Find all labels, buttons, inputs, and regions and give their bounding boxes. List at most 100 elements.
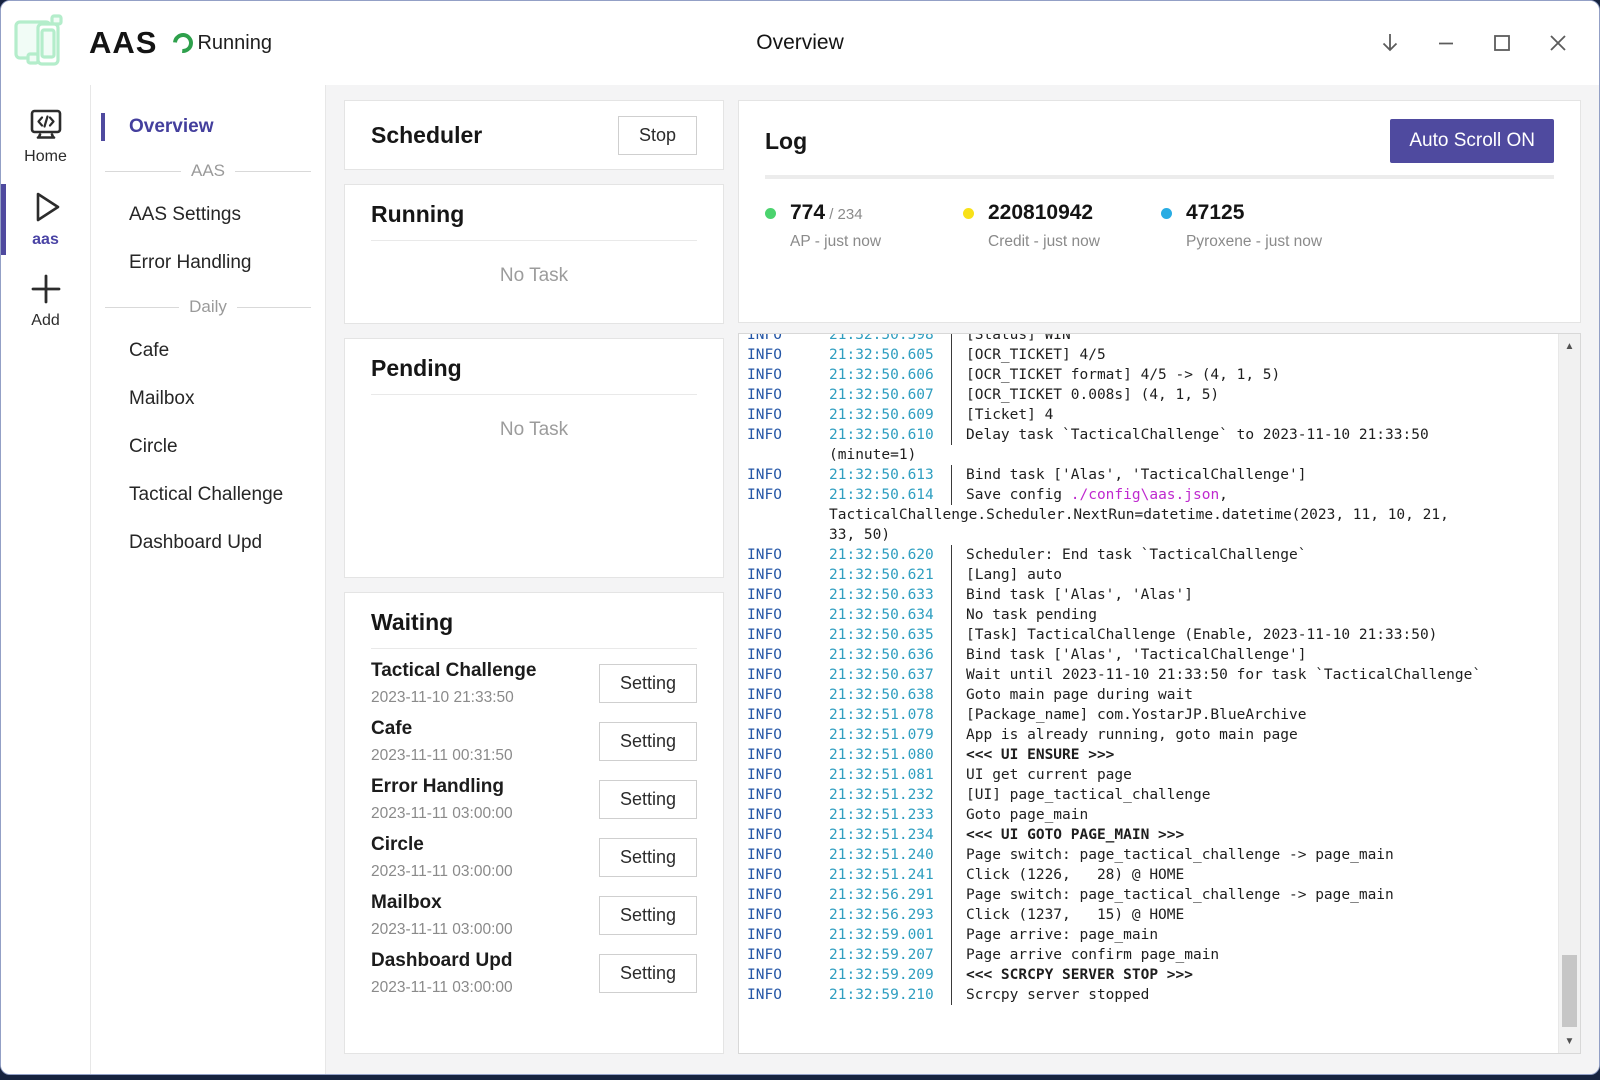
log-level: INFO	[747, 805, 829, 825]
log-message: Click (1226, 28) @ HOME	[966, 865, 1558, 885]
stat-dot-icon	[963, 208, 974, 219]
log-level: INFO	[747, 985, 829, 1005]
scrollbar-thumb[interactable]	[1562, 955, 1577, 1027]
log-separator	[951, 425, 952, 445]
log-line: INFO21:32:59.210Scrcpy server stopped	[747, 985, 1558, 1005]
setting-button-mailbox[interactable]: Setting	[599, 896, 697, 935]
sidebar-item-overview[interactable]: Overview	[91, 103, 325, 151]
log-message: Bind task ['Alas', 'Alas']	[966, 585, 1558, 605]
log-scrollbar[interactable]: ▲ ▼	[1558, 334, 1580, 1053]
log-message: Page arrive confirm page_main	[966, 945, 1558, 965]
setting-button-tactical-challenge[interactable]: Setting	[599, 664, 697, 703]
log-timestamp: 21:32:50.633	[829, 585, 941, 605]
log-line: INFO21:32:59.209<<< SCRCPY SERVER STOP >…	[747, 965, 1558, 985]
rail-item-home[interactable]: Home	[1, 99, 90, 176]
log-message: <<< UI GOTO PAGE_MAIN >>>	[966, 825, 1558, 845]
log-line: INFO21:32:50.609[Ticket] 4	[747, 405, 1558, 425]
setting-button-circle[interactable]: Setting	[599, 838, 697, 877]
task-name: Cafe	[371, 718, 513, 740]
log-timestamp: 21:32:50.636	[829, 645, 941, 665]
waiting-task-row: Cafe2023-11-11 00:31:50Setting	[371, 718, 697, 765]
sidebar-item-tactical-challenge[interactable]: Tactical Challenge	[91, 471, 325, 519]
sidebar-item-mailbox[interactable]: Mailbox	[91, 375, 325, 423]
log-message: UI get current page	[966, 765, 1558, 785]
log-line: INFO21:32:59.207Page arrive confirm page…	[747, 945, 1558, 965]
stat-ap: 774 / 234AP - just now	[765, 201, 963, 251]
main-content: Scheduler Stop Running No Task Pending N…	[326, 85, 1599, 1074]
log-line: INFO21:32:50.614Save config ./config\aas…	[747, 485, 1558, 505]
waiting-task-row: Error Handling2023-11-11 03:00:00Setting	[371, 776, 697, 823]
log-level: INFO	[747, 425, 829, 445]
active-indicator	[1, 184, 6, 255]
log-line: INFO21:32:51.079App is already running, …	[747, 725, 1558, 745]
log-line: INFO21:32:50.621[Lang] auto	[747, 565, 1558, 585]
plus-icon	[26, 271, 66, 307]
log-timestamp: 21:32:59.209	[829, 965, 941, 985]
pending-card: Pending No Task	[344, 338, 724, 578]
setting-button-dashboard-upd[interactable]: Setting	[599, 954, 697, 993]
sidebar-item-circle[interactable]: Circle	[91, 423, 325, 471]
log-output: INFO21:32:50.598[Status] WININFO21:32:50…	[738, 333, 1581, 1054]
status-label: Running	[197, 32, 272, 55]
stat-label: Credit - just now	[988, 233, 1100, 251]
log-level: INFO	[747, 345, 829, 365]
log-separator	[951, 645, 952, 665]
log-level: INFO	[747, 845, 829, 865]
log-timestamp: 21:32:50.598	[829, 333, 941, 345]
log-timestamp: 21:32:59.207	[829, 945, 941, 965]
setting-button-cafe[interactable]: Setting	[599, 722, 697, 761]
log-message: <<< UI ENSURE >>>	[966, 745, 1558, 765]
scheduler-status: Running	[173, 32, 272, 55]
running-spinner-icon	[169, 29, 197, 57]
log-level: INFO	[747, 745, 829, 765]
log-level: INFO	[747, 705, 829, 725]
log-separator	[951, 665, 952, 685]
log-line: INFO21:32:59.001Page arrive: page_main	[747, 925, 1558, 945]
sidebar-item-aas-settings[interactable]: AAS Settings	[91, 191, 325, 239]
log-message: Bind task ['Alas', 'TacticalChallenge']	[966, 465, 1558, 485]
log-separator	[951, 785, 952, 805]
log-line-continuation: 33, 50)	[747, 525, 1558, 545]
log-separator	[951, 765, 952, 785]
window-controls	[1369, 22, 1599, 64]
activity-rail: Home aas Add	[1, 85, 91, 1074]
rail-item-aas[interactable]: aas	[1, 180, 90, 259]
scroll-up-icon[interactable]: ▲	[1559, 336, 1580, 356]
sidebar-item-cafe[interactable]: Cafe	[91, 327, 325, 375]
task-name: Circle	[371, 834, 513, 856]
titlebar: AAS Running Overview	[1, 1, 1599, 85]
log-separator	[951, 333, 952, 345]
log-separator	[951, 345, 952, 365]
sidebar-item-label: Tactical Challenge	[129, 484, 283, 505]
log-card: Log Auto Scroll ON 774 / 234AP - just no…	[738, 100, 1581, 323]
auto-scroll-toggle[interactable]: Auto Scroll ON	[1390, 119, 1554, 163]
log-timestamp: 21:32:50.621	[829, 565, 941, 585]
divider-line	[237, 307, 311, 308]
maximize-icon[interactable]	[1481, 22, 1523, 64]
log-timestamp: 21:32:50.610	[829, 425, 941, 445]
update-download-icon[interactable]	[1369, 22, 1411, 64]
log-separator	[951, 605, 952, 625]
log-timestamp: 21:32:50.635	[829, 625, 941, 645]
log-line: INFO21:32:50.634No task pending	[747, 605, 1558, 625]
rail-item-add[interactable]: Add	[1, 263, 90, 340]
task-name: Dashboard Upd	[371, 950, 513, 972]
log-timestamp: 21:32:51.232	[829, 785, 941, 805]
log-message: [Lang] auto	[966, 565, 1558, 585]
scroll-down-icon[interactable]: ▼	[1559, 1031, 1580, 1051]
log-separator	[951, 805, 952, 825]
stat-pyroxene: 47125Pyroxene - just now	[1161, 201, 1359, 251]
setting-button-error-handling[interactable]: Setting	[599, 780, 697, 819]
stop-button[interactable]: Stop	[618, 116, 697, 155]
task-next-run: 2023-11-11 03:00:00	[371, 979, 513, 997]
minimize-icon[interactable]	[1425, 22, 1467, 64]
rail-item-label: aas	[32, 231, 59, 249]
log-level: INFO	[747, 405, 829, 425]
sidebar-item-dashboard-upd[interactable]: Dashboard Upd	[91, 519, 325, 567]
log-line: INFO21:32:50.638Goto main page during wa…	[747, 685, 1558, 705]
sidebar-item-error-handling[interactable]: Error Handling	[91, 239, 325, 287]
log-separator	[951, 685, 952, 705]
close-icon[interactable]	[1537, 22, 1579, 64]
log-level: INFO	[747, 925, 829, 945]
log-separator	[951, 905, 952, 925]
